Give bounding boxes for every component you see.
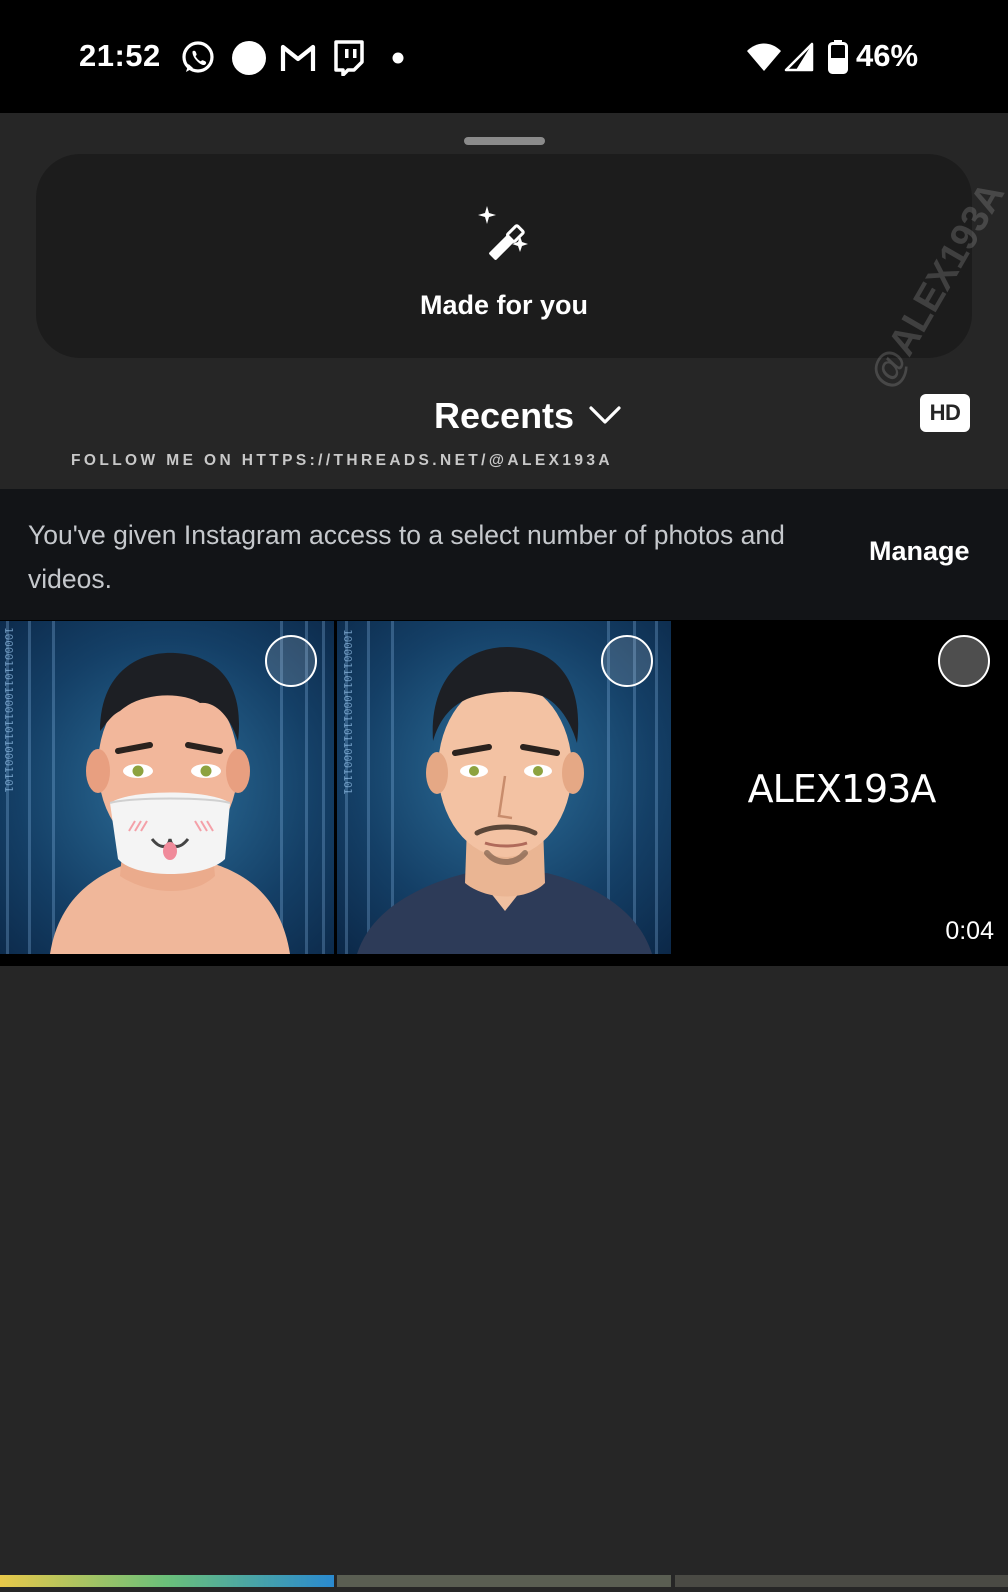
limited-access-banner: You've given Instagram access to a selec… — [0, 489, 1008, 620]
media-thumbnail-2[interactable]: 1000011011000110110001101 — [337, 621, 671, 954]
made-for-you-label: Made for you — [419, 290, 588, 320]
wifi-icon — [746, 42, 782, 77]
chevron-down-icon[interactable] — [589, 405, 621, 430]
magic-wand-icon — [473, 204, 537, 273]
manage-button[interactable]: Manage — [869, 536, 970, 567]
video-overlay-text: ALEX193A — [747, 767, 937, 811]
media-grid: 1000011011000110110001101 10000110110001… — [0, 620, 1008, 1587]
binary-overlay: 1000011011000110110001101 — [341, 629, 354, 795]
battery-icon — [828, 40, 848, 79]
next-row-thumbnails — [0, 1574, 1008, 1587]
select-checkbox[interactable] — [265, 635, 317, 687]
twitch-icon — [332, 40, 364, 81]
drag-handle[interactable] — [464, 137, 545, 145]
made-for-you-card[interactable]: Made for you — [36, 154, 972, 358]
access-message: You've given Instagram access to a selec… — [28, 520, 785, 594]
recents-dropdown-label[interactable]: Recents — [434, 395, 574, 437]
status-time: 21:52 — [79, 38, 161, 73]
select-checkbox[interactable] — [601, 635, 653, 687]
cellular-signal-icon — [784, 42, 814, 77]
hd-badge[interactable]: HD — [920, 394, 970, 432]
battery-percent: 46% — [856, 38, 919, 73]
overlay-caption: FOLLOW ME ON HTTPS://THREADS.NET/@ALEX19… — [71, 452, 613, 469]
media-thumbnail-3[interactable]: ALEX193A 0:04 — [675, 621, 1008, 954]
media-picker-sheet: Made for you Recents HD FOLLOW ME ON HTT… — [0, 113, 1008, 489]
status-bar: 21:52 46% — [0, 0, 1008, 113]
more-dot-icon — [392, 51, 404, 69]
select-checkbox[interactable] — [938, 635, 990, 687]
whatsapp-icon — [180, 40, 216, 81]
gmail-icon — [280, 42, 316, 79]
binary-overlay: 1000011011000110110001101 — [2, 627, 15, 793]
media-thumbnail-1[interactable]: 1000011011000110110001101 — [0, 621, 334, 954]
video-duration: 0:04 — [945, 917, 994, 945]
dot-circle-icon — [231, 40, 267, 81]
